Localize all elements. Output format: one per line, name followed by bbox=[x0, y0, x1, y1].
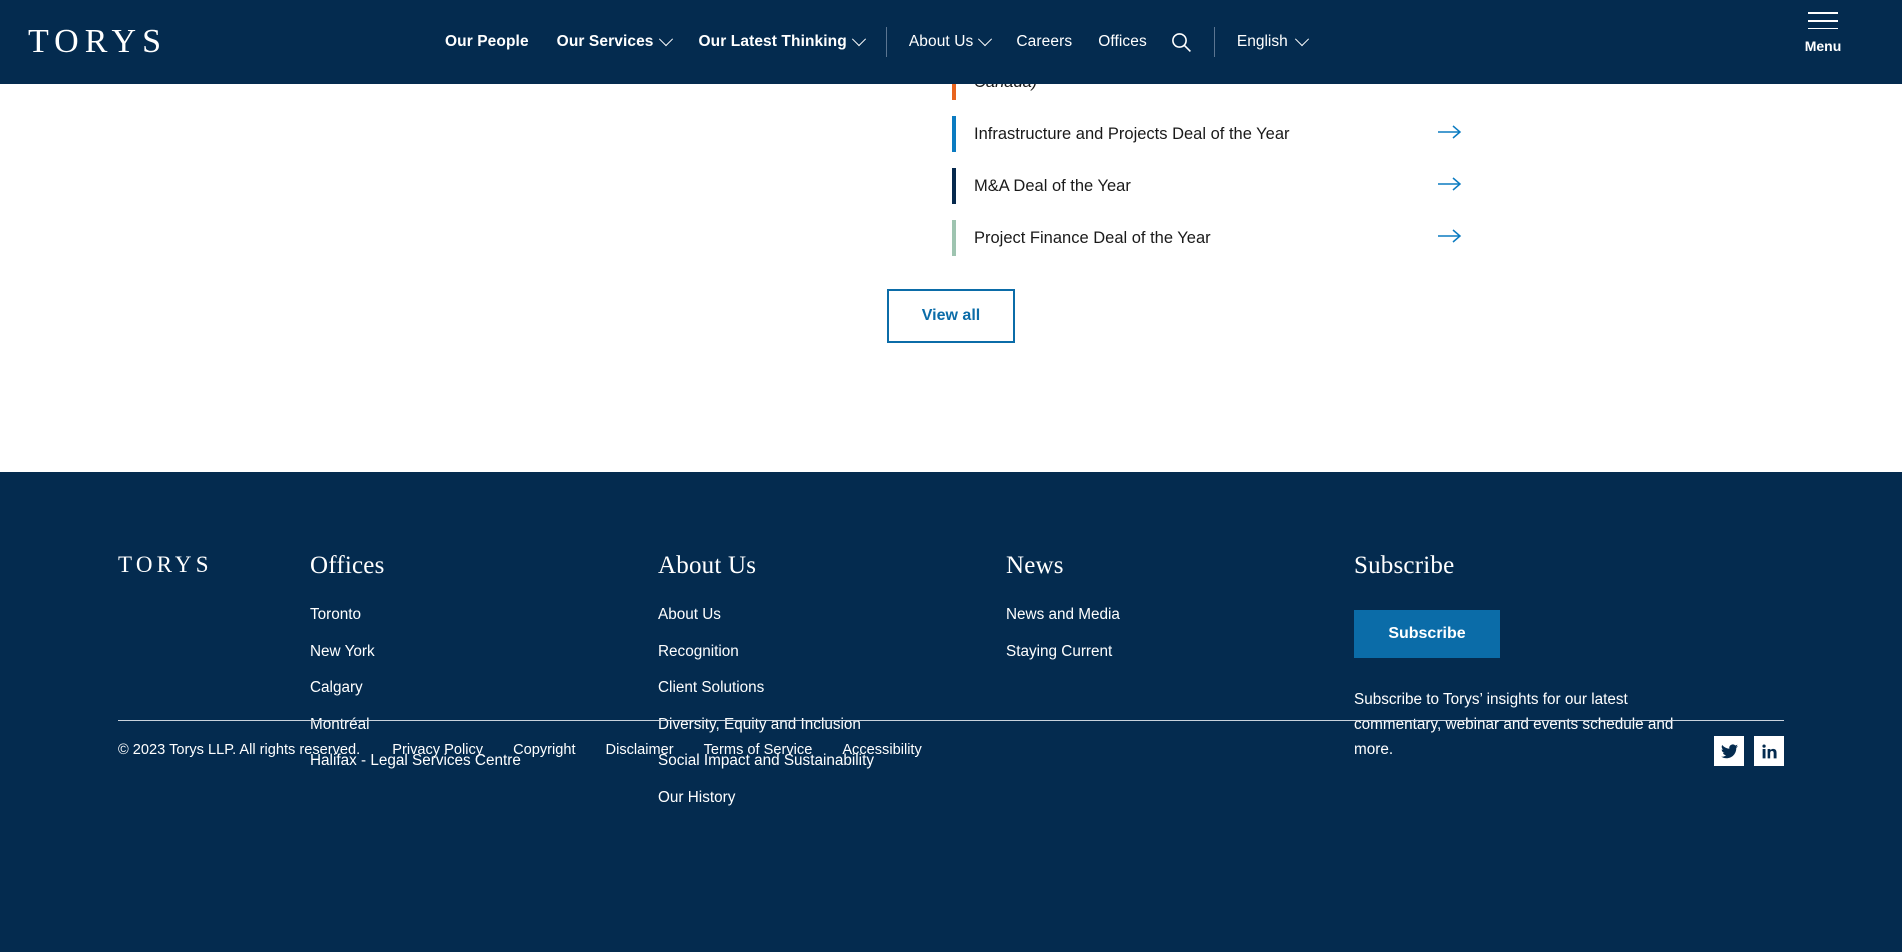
language-label: English bbox=[1236, 33, 1288, 50]
nav-label: Our People bbox=[444, 33, 529, 50]
footer-logo-column: TORYS bbox=[118, 552, 310, 825]
view-all-container: View all bbox=[0, 289, 1902, 343]
menu-button[interactable]: Menu bbox=[1788, 12, 1858, 54]
footer-link-diversity[interactable]: Diversity, Equity and Inclusion bbox=[658, 716, 1006, 734]
footer-link-news-and-media[interactable]: News and Media bbox=[1006, 606, 1354, 624]
accent-bar bbox=[952, 220, 956, 256]
nav-label: Our Latest Thinking bbox=[698, 33, 847, 50]
footer-heading-offices: Offices bbox=[310, 552, 385, 579]
hamburger-icon bbox=[1808, 12, 1838, 30]
secondary-navigation: About Us Careers Offices bbox=[908, 32, 1147, 51]
search-button[interactable] bbox=[1171, 32, 1192, 53]
footer-column-offices: Offices Toronto New York Calgary Montréa… bbox=[310, 552, 658, 825]
chevron-down-icon bbox=[978, 32, 993, 47]
subscribe-description: Subscribe to Torys’ insights for our lat… bbox=[1354, 691, 1674, 758]
footer-heading-news: News bbox=[1006, 552, 1064, 579]
legal-link-privacy-policy[interactable]: Privacy Policy bbox=[392, 742, 483, 758]
arrow-right-icon bbox=[1438, 124, 1462, 144]
language-selector[interactable]: English bbox=[1236, 32, 1309, 51]
twitter-icon bbox=[1720, 743, 1738, 758]
twitter-link[interactable] bbox=[1714, 736, 1744, 766]
footer-link-about-us[interactable]: About Us bbox=[658, 606, 1006, 624]
footer-columns: TORYS Offices Toronto New York Calgary M… bbox=[118, 472, 1784, 825]
list-item[interactable]: Project Finance Deal of the Year bbox=[952, 212, 1488, 264]
nav-item-offices[interactable]: Offices bbox=[1098, 33, 1147, 51]
arrow-right-icon bbox=[1438, 176, 1462, 196]
language-divider bbox=[1213, 27, 1215, 57]
chevron-down-icon bbox=[1294, 32, 1309, 47]
legal-bar: © 2023 Torys LLP. All rights reserved. P… bbox=[118, 742, 952, 758]
footer-heading-subscribe: Subscribe bbox=[1354, 552, 1455, 579]
footer-heading-about-us: About Us bbox=[658, 552, 757, 579]
legal-link-disclaimer[interactable]: Disclaimer bbox=[606, 742, 674, 758]
nav-label: About Us bbox=[908, 33, 974, 50]
view-all-button[interactable]: View all bbox=[887, 289, 1015, 343]
social-links bbox=[1714, 736, 1784, 766]
footer-logo[interactable]: TORYS bbox=[118, 552, 310, 578]
nav-item-about-us[interactable]: About Us bbox=[908, 32, 993, 51]
nav-item-our-people[interactable]: Our People bbox=[445, 33, 529, 51]
footer-link-our-history[interactable]: Our History bbox=[658, 789, 1006, 807]
site-logo[interactable]: TORYS bbox=[28, 25, 167, 59]
footer-link-new-york[interactable]: New York bbox=[310, 643, 658, 661]
accent-bar bbox=[952, 168, 956, 204]
chevron-down-icon bbox=[851, 32, 866, 47]
footer-link-staying-current[interactable]: Staying Current bbox=[1006, 643, 1354, 661]
arrow-right-icon bbox=[1438, 228, 1462, 248]
site-footer: TORYS Offices Toronto New York Calgary M… bbox=[0, 472, 1902, 952]
main-content: Canada) Infrastructure and Projects Deal… bbox=[0, 64, 1902, 472]
nav-divider bbox=[885, 27, 887, 57]
site-header: TORYS Our People Our Services Our Latest… bbox=[0, 0, 1902, 84]
accent-bar bbox=[952, 116, 956, 152]
linkedin-icon bbox=[1761, 744, 1777, 758]
list-item-label: Project Finance Deal of the Year bbox=[974, 228, 1211, 247]
awards-list: Canada) Infrastructure and Projects Deal… bbox=[952, 56, 1488, 264]
footer-link-toronto[interactable]: Toronto bbox=[310, 606, 658, 624]
footer-divider bbox=[118, 720, 1784, 721]
legal-link-copyright[interactable]: Copyright bbox=[513, 742, 575, 758]
list-item[interactable]: M&A Deal of the Year bbox=[952, 160, 1488, 212]
footer-column-news: News News and Media Staying Current bbox=[1006, 552, 1354, 825]
list-item-label: Infrastructure and Projects Deal of the … bbox=[974, 124, 1290, 143]
primary-navigation: Our People Our Services Our Latest Think… bbox=[445, 32, 866, 51]
footer-column-about-us: About Us About Us Recognition Client Sol… bbox=[658, 552, 1006, 825]
list-item[interactable]: Infrastructure and Projects Deal of the … bbox=[952, 108, 1488, 160]
legal-link-accessibility[interactable]: Accessibility bbox=[842, 742, 921, 758]
legal-link-terms-of-service[interactable]: Terms of Service bbox=[704, 742, 813, 758]
subscribe-button[interactable]: Subscribe bbox=[1354, 610, 1500, 658]
list-item-label: M&A Deal of the Year bbox=[974, 176, 1131, 195]
nav-label: Our Services bbox=[556, 33, 654, 50]
chevron-down-icon bbox=[658, 32, 673, 47]
footer-link-client-solutions[interactable]: Client Solutions bbox=[658, 679, 1006, 697]
linkedin-link[interactable] bbox=[1754, 736, 1784, 766]
nav-item-our-services[interactable]: Our Services bbox=[556, 32, 673, 51]
footer-link-calgary[interactable]: Calgary bbox=[310, 679, 658, 697]
nav-item-our-latest-thinking[interactable]: Our Latest Thinking bbox=[698, 32, 866, 51]
nav-label: Careers bbox=[1016, 33, 1073, 50]
footer-link-montreal[interactable]: Montréal bbox=[310, 716, 658, 734]
copyright-text: © 2023 Torys LLP. All rights reserved. bbox=[118, 742, 361, 758]
search-icon bbox=[1171, 32, 1191, 52]
nav-label: Offices bbox=[1098, 33, 1147, 50]
footer-column-subscribe: Subscribe Subscribe Subscribe to Torys’ … bbox=[1354, 552, 1694, 825]
nav-item-careers[interactable]: Careers bbox=[1016, 33, 1072, 51]
footer-link-recognition[interactable]: Recognition bbox=[658, 643, 1006, 661]
menu-button-label: Menu bbox=[1804, 38, 1842, 55]
